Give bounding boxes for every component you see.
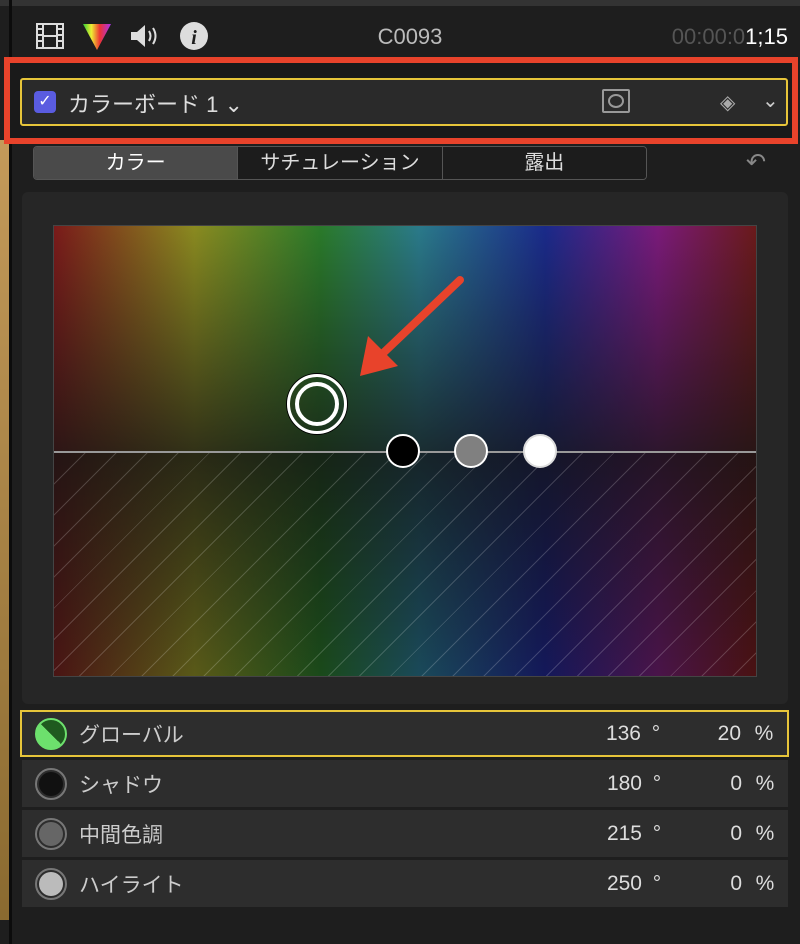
row-highlights[interactable]: ハイライト 250 ° 0% (22, 860, 788, 907)
timecode: 00:00:01;15 (672, 24, 788, 50)
audio-icon[interactable] (128, 20, 164, 52)
row-midtones[interactable]: 中間色調 215 ° 0% (22, 810, 788, 857)
timecode-value: 1;15 (745, 24, 788, 49)
expand-chevron-icon[interactable]: ⌄ (762, 88, 779, 113)
tab-saturation[interactable]: サチュレーション (238, 147, 443, 179)
percent-unit: % (755, 821, 775, 845)
tab-exposure[interactable]: 露出 (442, 147, 646, 179)
percent-value[interactable]: 0 (672, 872, 742, 896)
timecode-dim: 00:00:0 (671, 24, 746, 49)
color-board-positive (54, 226, 756, 452)
degree-unit: ° (652, 871, 662, 895)
color-inspector-icon[interactable] (80, 20, 114, 52)
film-icon[interactable] (33, 20, 67, 52)
midtones-puck[interactable] (454, 434, 488, 468)
clip-name: C0093 (377, 24, 443, 49)
midtones-icon (35, 817, 67, 850)
angle-value[interactable]: 180 (572, 772, 642, 796)
percent-value[interactable]: 0 (672, 772, 742, 796)
row-shadows[interactable]: シャドウ 180 ° 0% (22, 760, 788, 807)
shadows-icon (35, 767, 67, 800)
percent-unit: % (755, 771, 775, 795)
highlights-puck[interactable] (523, 434, 557, 468)
mask-icon[interactable] (602, 89, 630, 113)
enable-checkbox[interactable]: ✓ (34, 91, 56, 113)
svg-text:i: i (191, 27, 197, 49)
angle-value[interactable]: 136 (571, 722, 641, 746)
percent-unit: % (755, 871, 775, 895)
row-label: グローバル (79, 723, 184, 747)
angle-value[interactable]: 215 (572, 822, 642, 846)
row-label: ハイライト (79, 873, 184, 897)
percent-value[interactable]: 0 (672, 822, 742, 846)
global-icon (35, 717, 67, 750)
reset-icon[interactable]: ↶ (746, 148, 766, 177)
board-tabs: カラー サチュレーション 露出 (33, 146, 647, 180)
top-border (0, 0, 800, 6)
degree-unit: ° (652, 771, 662, 795)
row-label: 中間色調 (79, 823, 163, 847)
row-label: シャドウ (79, 773, 163, 797)
degree-unit: ° (652, 821, 662, 845)
shadows-puck[interactable] (386, 434, 420, 468)
tab-color[interactable]: カラー (34, 147, 239, 179)
percent-unit: % (754, 721, 774, 745)
angle-value[interactable]: 250 (572, 872, 642, 896)
row-global[interactable]: グローバル 136 ° 20% (20, 710, 789, 757)
degree-unit: ° (651, 721, 661, 745)
info-icon[interactable]: i (178, 20, 210, 52)
chevron-down-icon: ⌄ (224, 92, 243, 117)
global-puck[interactable] (287, 374, 347, 434)
percent-value[interactable]: 20 (671, 722, 741, 746)
viewer-edge (0, 140, 9, 920)
color-board-negative (54, 452, 756, 676)
correction-name: カラーボード 1 (68, 92, 219, 117)
keyframe-icon[interactable]: ◈ (720, 90, 735, 115)
correction-name-dropdown[interactable]: カラーボード 1 ⌄ (68, 87, 243, 119)
highlights-icon (35, 867, 67, 900)
